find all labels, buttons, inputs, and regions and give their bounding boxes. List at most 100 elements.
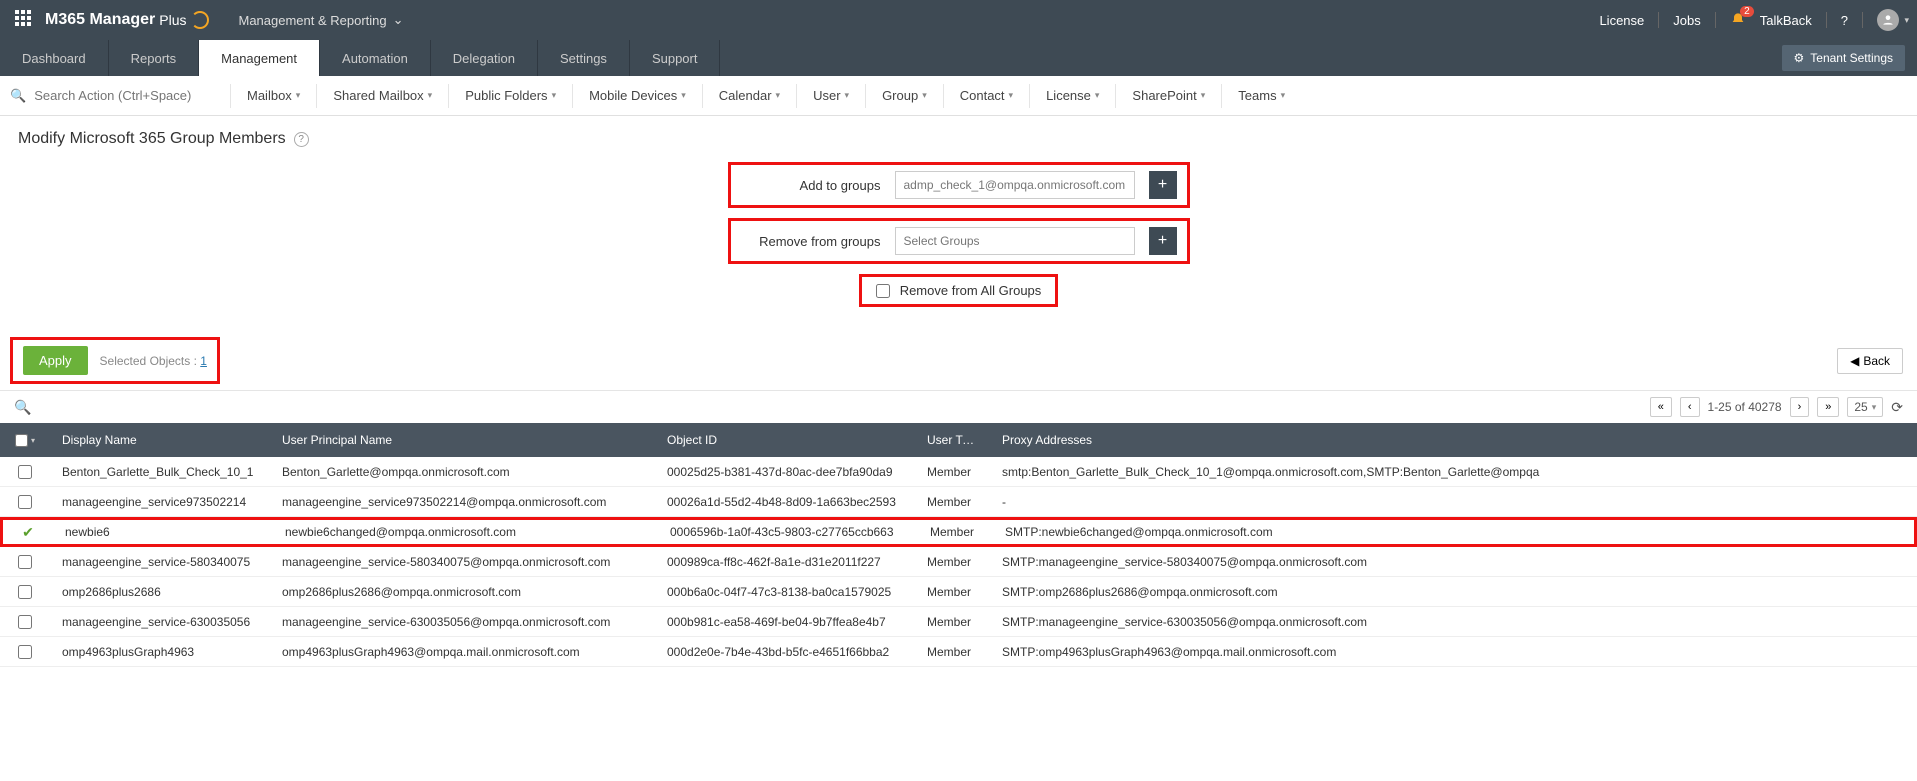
- subnav-sharepoint[interactable]: SharePoint▾: [1115, 84, 1221, 108]
- cell-upn: Benton_Garlette@ompqa.onmicrosoft.com: [270, 465, 655, 479]
- help-icon[interactable]: ?: [1841, 13, 1848, 28]
- tenant-settings-button[interactable]: ⚙ Tenant Settings: [1782, 45, 1906, 71]
- logo-swirl-icon: [191, 11, 209, 29]
- add-group-plus-button[interactable]: +: [1149, 171, 1177, 199]
- remove-all-groups-label: Remove from All Groups: [900, 283, 1042, 298]
- subnav-teams[interactable]: Teams▾: [1221, 84, 1301, 108]
- col-object-id[interactable]: Object ID: [655, 433, 915, 447]
- page-prev-button[interactable]: ‹: [1680, 397, 1700, 417]
- tab-management[interactable]: Management: [199, 40, 320, 76]
- cell-upn: manageengine_service-580340075@ompqa.onm…: [270, 555, 655, 569]
- tab-dashboard[interactable]: Dashboard: [0, 40, 109, 76]
- divider: [1715, 12, 1716, 28]
- cell-display-name: manageengine_service973502214: [50, 495, 270, 509]
- cell-user-type: Member: [915, 555, 990, 569]
- subnav-calendar[interactable]: Calendar▾: [702, 84, 796, 108]
- col-proxy-addresses[interactable]: Proxy Addresses: [990, 433, 1917, 447]
- help-circle-icon[interactable]: ?: [294, 132, 309, 147]
- table-row[interactable]: omp4963plusGraph4963omp4963plusGraph4963…: [0, 637, 1917, 667]
- subnav-license[interactable]: License▾: [1029, 84, 1115, 108]
- page-size-value: 25: [1854, 400, 1867, 414]
- license-link[interactable]: License: [1599, 13, 1644, 28]
- cell-user-type: Member: [915, 645, 990, 659]
- remove-from-groups-input[interactable]: [895, 227, 1135, 255]
- chevron-down-icon: ▾: [296, 90, 301, 101]
- page-last-button[interactable]: »: [1817, 397, 1839, 417]
- cell-proxy-addresses: SMTP:manageengine_service-630035056@ompq…: [990, 615, 1917, 629]
- cell-object-id: 00025d25-b381-437d-80ac-dee7bfa90da9: [655, 465, 915, 479]
- refresh-icon[interactable]: ⟳: [1891, 399, 1903, 416]
- remove-group-plus-button[interactable]: +: [1149, 227, 1177, 255]
- user-avatar[interactable]: [1877, 9, 1899, 31]
- cell-proxy-addresses: SMTP:omp2686plus2686@ompqa.onmicrosoft.c…: [990, 585, 1917, 599]
- apps-grid-icon[interactable]: [15, 10, 35, 30]
- notifications-bell[interactable]: 2: [1730, 12, 1746, 28]
- tab-support[interactable]: Support: [630, 40, 721, 76]
- tab-reports[interactable]: Reports: [109, 40, 200, 76]
- tab-automation[interactable]: Automation: [320, 40, 431, 76]
- chevron-down-icon: ▾: [845, 90, 850, 101]
- table-row[interactable]: manageengine_service973502214manageengin…: [0, 487, 1917, 517]
- page-size-select[interactable]: 25 ▾: [1847, 397, 1883, 417]
- cell-display-name: manageengine_service-630035056: [50, 615, 270, 629]
- page-range: 1-25 of 40278: [1708, 400, 1782, 414]
- remove-from-groups-label: Remove from groups: [741, 234, 881, 249]
- cell-upn: manageengine_service973502214@ompqa.onmi…: [270, 495, 655, 509]
- notification-badge: 2: [1740, 6, 1754, 17]
- select-all-checkbox[interactable]: [15, 434, 28, 447]
- subnav-user[interactable]: User▾: [796, 84, 865, 108]
- chevron-down-icon: ▾: [922, 90, 927, 101]
- chevron-down-icon: ▾: [1281, 90, 1286, 101]
- row-checkbox[interactable]: [18, 555, 32, 569]
- table-row[interactable]: manageengine_service-630035056manageengi…: [0, 607, 1917, 637]
- cell-object-id: 000b6a0c-04f7-47c3-8138-ba0ca1579025: [655, 585, 915, 599]
- subnav-public-folders[interactable]: Public Folders▾: [448, 84, 572, 108]
- cell-proxy-addresses: -: [990, 495, 1917, 509]
- tab-delegation[interactable]: Delegation: [431, 40, 538, 76]
- jobs-link[interactable]: Jobs: [1673, 13, 1700, 28]
- row-checkbox[interactable]: [18, 645, 32, 659]
- page-first-button[interactable]: «: [1650, 397, 1672, 417]
- selected-objects-count[interactable]: 1: [200, 354, 207, 368]
- page-next-button[interactable]: ›: [1790, 397, 1810, 417]
- cell-proxy-addresses: SMTP:manageengine_service-580340075@ompq…: [990, 555, 1917, 569]
- divider: [1862, 12, 1863, 28]
- row-checkbox[interactable]: [18, 495, 32, 509]
- table-row[interactable]: manageengine_service-580340075manageengi…: [0, 547, 1917, 577]
- col-upn[interactable]: User Principal Name: [270, 433, 655, 447]
- filter-icon[interactable]: 🔍: [14, 399, 31, 416]
- subnav-contact[interactable]: Contact▾: [943, 84, 1029, 108]
- product-logo: M365 Manager Plus: [45, 11, 209, 29]
- col-display-name[interactable]: Display Name: [50, 433, 270, 447]
- remove-all-groups-checkbox[interactable]: [876, 284, 890, 298]
- table-row[interactable]: ✔newbie6newbie6changed@ompqa.onmicrosoft…: [0, 517, 1917, 547]
- top-context-menu[interactable]: Management & Reporting ⌄: [239, 12, 404, 28]
- subnav-shared-mailbox[interactable]: Shared Mailbox▾: [316, 84, 448, 108]
- table-row[interactable]: Benton_Garlette_Bulk_Check_10_1Benton_Ga…: [0, 457, 1917, 487]
- back-button[interactable]: ◀ Back: [1837, 348, 1903, 374]
- subnav-mobile-devices[interactable]: Mobile Devices▾: [572, 84, 702, 108]
- add-to-groups-input[interactable]: [895, 171, 1135, 199]
- tab-settings[interactable]: Settings: [538, 40, 630, 76]
- subnav-mailbox[interactable]: Mailbox▾: [230, 84, 316, 108]
- talkback-link[interactable]: TalkBack: [1760, 13, 1812, 28]
- select-all-header[interactable]: ▾: [0, 434, 50, 447]
- chevron-down-icon: ▾: [1201, 90, 1206, 101]
- chevron-down-icon: ▾: [428, 90, 433, 101]
- cell-display-name: omp2686plus2686: [50, 585, 270, 599]
- search-action-input[interactable]: [30, 84, 210, 107]
- chevron-down-icon: ▾: [31, 436, 35, 445]
- apply-button[interactable]: Apply: [23, 346, 88, 375]
- subnav-group[interactable]: Group▾: [865, 84, 943, 108]
- divider: [1826, 12, 1827, 28]
- cell-display-name: newbie6: [53, 525, 273, 539]
- row-checkbox[interactable]: [18, 465, 32, 479]
- row-checkbox[interactable]: [18, 615, 32, 629]
- cell-proxy-addresses: SMTP:newbie6changed@ompqa.onmicrosoft.co…: [993, 525, 1914, 539]
- chevron-down-icon: ▾: [1009, 90, 1014, 101]
- row-checkbox[interactable]: [18, 585, 32, 599]
- col-user-type[interactable]: User Type: [915, 433, 990, 447]
- checkbox-checked-icon[interactable]: ✔: [22, 524, 34, 541]
- table-row[interactable]: omp2686plus2686omp2686plus2686@ompqa.onm…: [0, 577, 1917, 607]
- cell-proxy-addresses: SMTP:omp4963plusGraph4963@ompqa.mail.onm…: [990, 645, 1917, 659]
